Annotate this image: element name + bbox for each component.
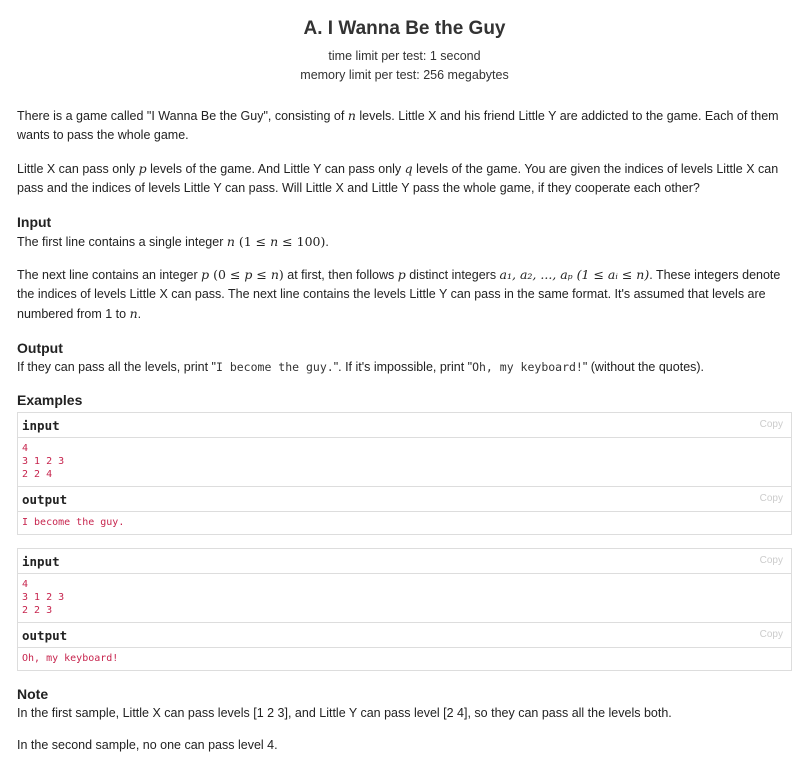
output-description: If they can pass all the levels, print "…: [17, 360, 705, 374]
example-2-output[interactable]: Oh, my keyboard!: [18, 648, 791, 670]
input-line-1: The first line contains a single integer…: [17, 234, 329, 249]
statement-paragraph-1: There is a game called "I Wanna Be the G…: [17, 108, 779, 142]
output-ok-string: I become the guy.: [215, 360, 334, 374]
statement-paragraph-2: Little X can pass only p levels of the g…: [17, 161, 779, 195]
problem-header: A. I Wanna Be the Guy time limit per tes…: [17, 0, 792, 85]
output-section-title: Output: [17, 340, 63, 356]
example-1-output-header: output Copy: [18, 487, 791, 512]
note-paragraph-2: In the second sample, no one can pass le…: [17, 738, 278, 752]
input-section-title: Input: [17, 214, 52, 230]
example-2-input-header: input Copy: [18, 549, 791, 574]
example-1-input[interactable]: 4 3 1 2 3 2 2 4: [18, 438, 791, 487]
example-2: input Copy 4 3 1 2 3 2 2 3 output Copy O…: [17, 548, 792, 671]
example-input-label: input: [22, 554, 60, 569]
copy-button[interactable]: Copy: [760, 555, 783, 566]
example-1: input Copy 4 3 1 2 3 2 2 4 output Copy I…: [17, 412, 792, 535]
example-2-output-header: output Copy: [18, 623, 791, 648]
example-2-input[interactable]: 4 3 1 2 3 2 2 3: [18, 574, 791, 623]
copy-button[interactable]: Copy: [760, 493, 783, 504]
copy-button[interactable]: Copy: [760, 629, 783, 640]
output-bad-string: Oh, my keyboard!: [472, 360, 583, 374]
example-1-input-header: input Copy: [18, 413, 791, 438]
input-line-2: The next line contains an integer p (0 ≤…: [17, 267, 781, 321]
examples-section-title: Examples: [17, 392, 83, 408]
copy-button[interactable]: Copy: [760, 419, 783, 430]
example-output-label: output: [22, 492, 68, 507]
example-output-label: output: [22, 628, 68, 643]
example-input-label: input: [22, 418, 60, 433]
problem-page: A. I Wanna Be the Guy time limit per tes…: [0, 0, 806, 757]
problem-title: A. I Wanna Be the Guy: [303, 18, 506, 39]
time-limit: time limit per test: 1 second: [328, 49, 481, 63]
note-paragraph-1: In the first sample, Little X can pass l…: [17, 706, 672, 720]
note-section-title: Note: [17, 686, 49, 702]
example-1-output[interactable]: I become the guy.: [18, 512, 791, 534]
memory-limit: memory limit per test: 256 megabytes: [300, 68, 509, 82]
